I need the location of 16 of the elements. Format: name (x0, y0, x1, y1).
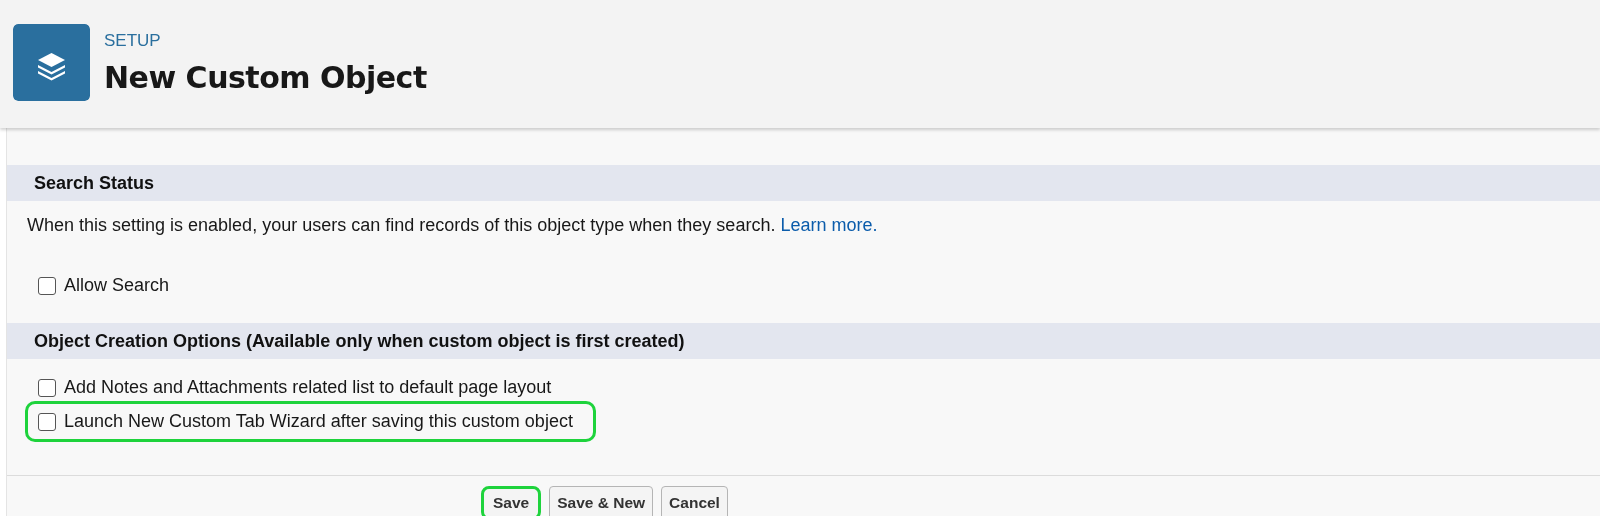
checkbox-option[interactable]: Allow Search (38, 272, 170, 299)
checkbox-option[interactable]: Launch New Custom Tab Wizard after saving this custom object (25, 401, 596, 442)
section-header: Object Creation Options (Available only when custom object is first created) (7, 323, 1600, 359)
form-button[interactable]: Save & New (549, 486, 654, 516)
breadcrumb-label: SETUP (104, 30, 162, 52)
page-title: New Custom Object (104, 59, 427, 97)
form-button[interactable]: Cancel (661, 486, 728, 516)
section-description: When this setting is enabled, your users can find records of this object type when they search. Learn more. (26, 214, 879, 237)
checkbox[interactable] (38, 276, 56, 295)
checkbox-option[interactable]: Add Notes and Attachments related list to default page layout (38, 374, 552, 401)
learn-more-link[interactable]: Learn more. (780, 215, 878, 235)
form-button[interactable]: Save (481, 486, 542, 516)
section-header: Search Status (7, 165, 1600, 201)
checkbox[interactable] (38, 412, 56, 431)
layers-icon (13, 24, 90, 101)
checkbox[interactable] (38, 378, 56, 397)
